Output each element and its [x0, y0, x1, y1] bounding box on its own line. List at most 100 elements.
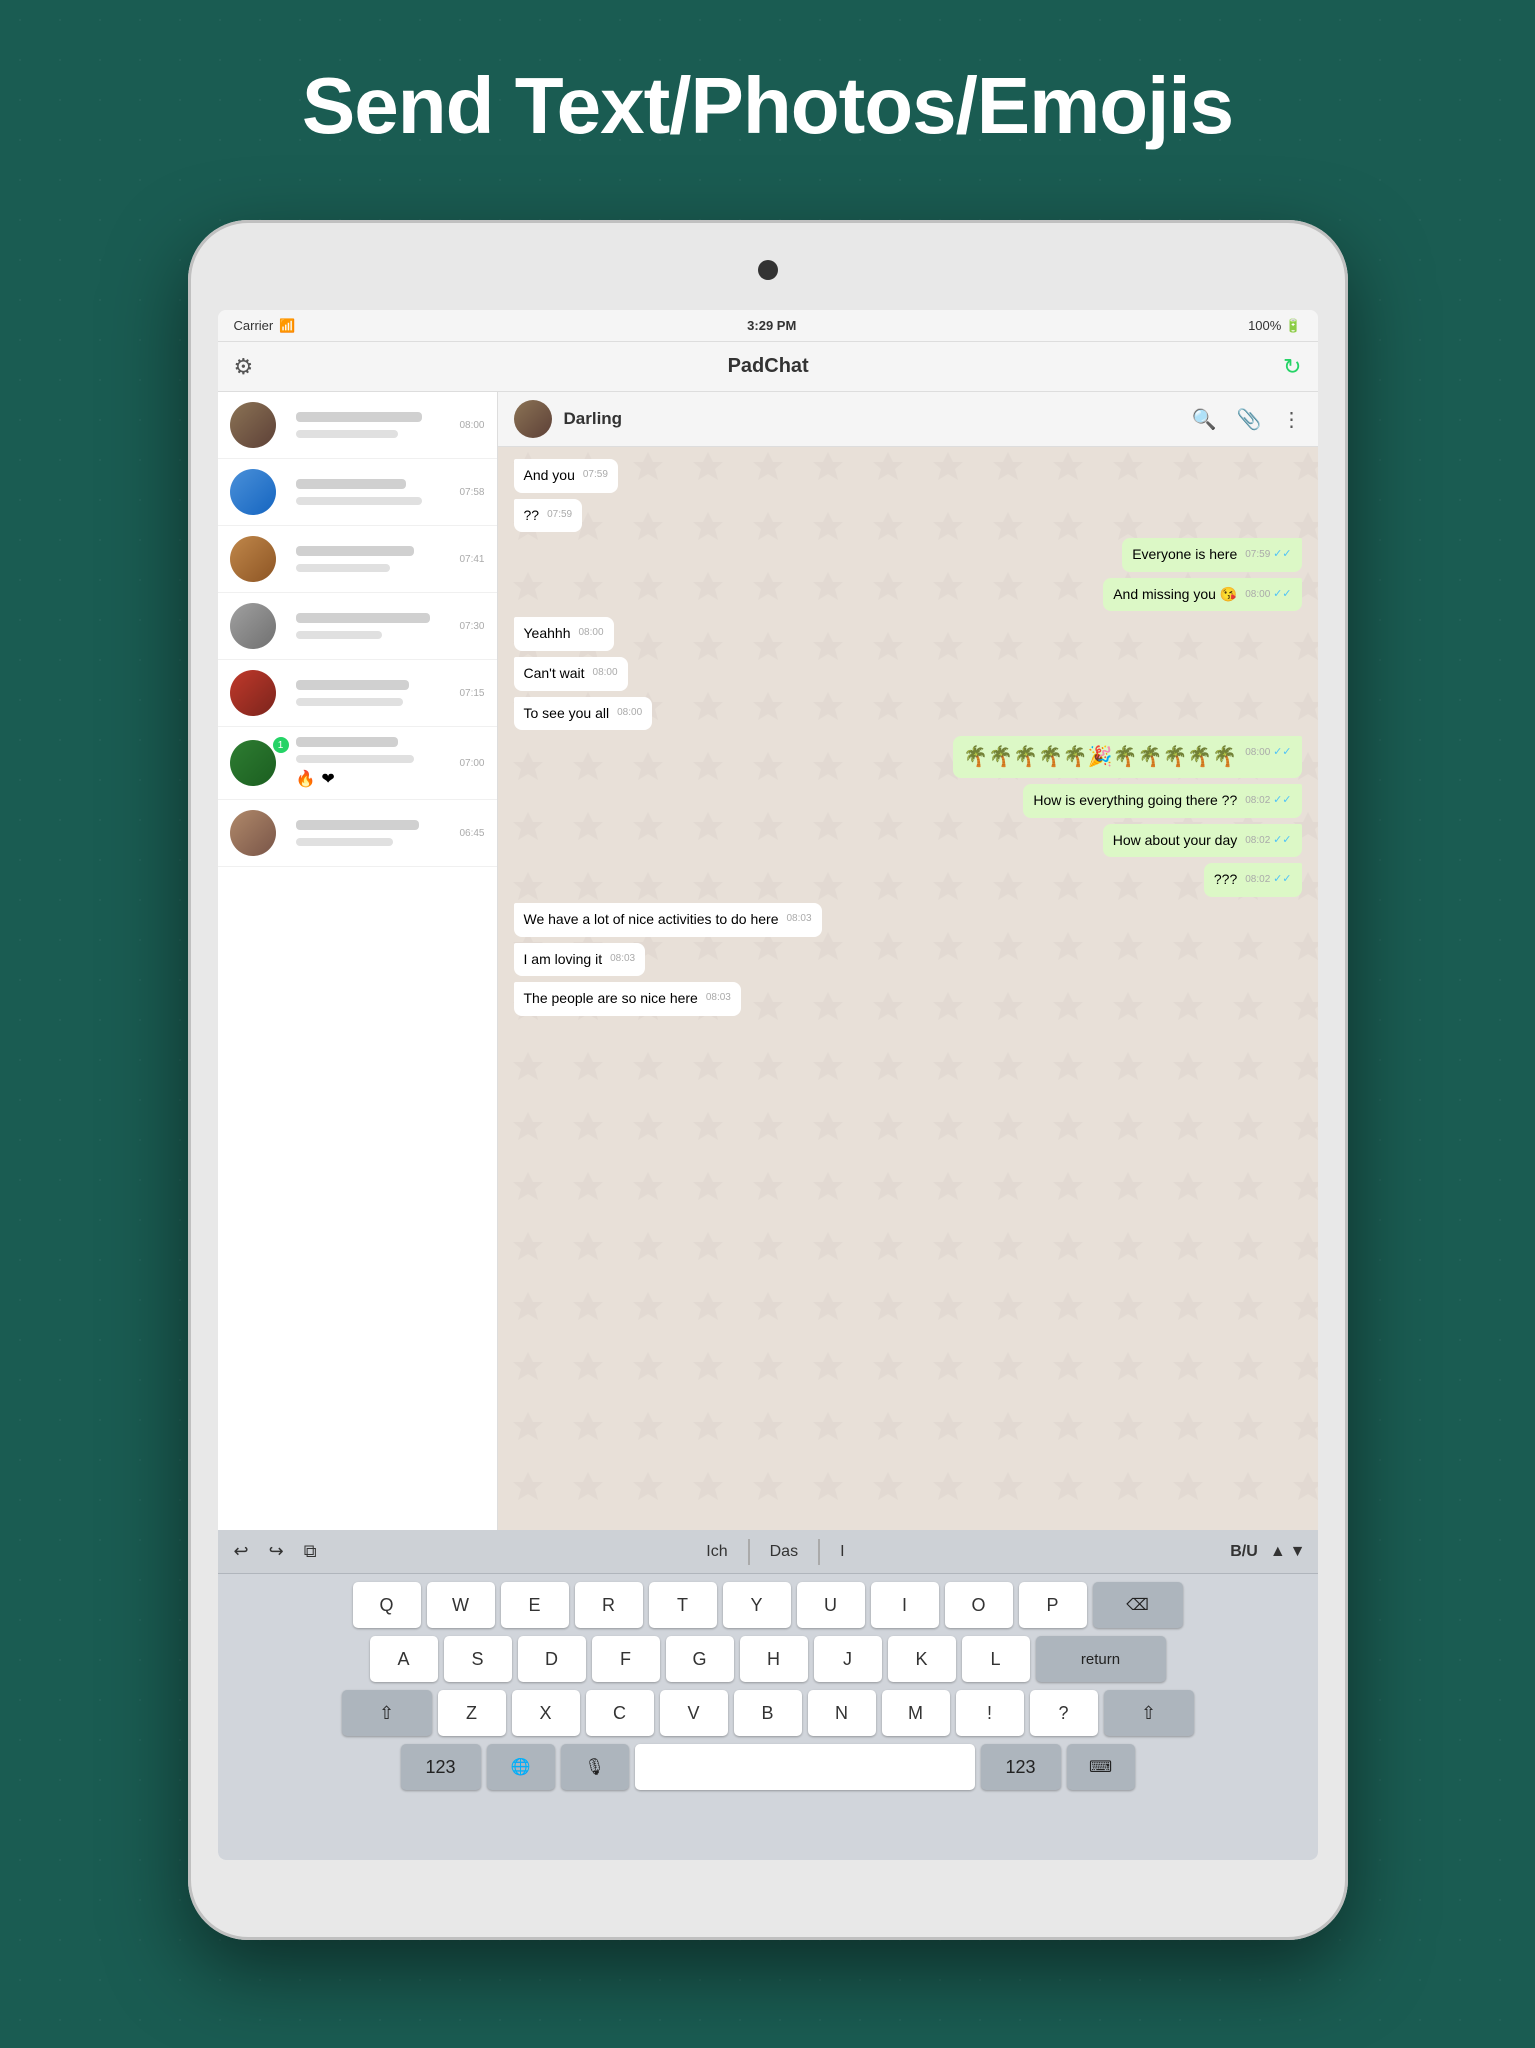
- chat-avatar: [514, 400, 552, 438]
- message-time: 08:00: [578, 626, 603, 640]
- key-h[interactable]: H: [740, 1636, 808, 1682]
- key-w[interactable]: W: [427, 1582, 495, 1628]
- copy-button[interactable]: ⧉: [300, 1537, 321, 1566]
- list-item[interactable]: 07:58: [218, 459, 497, 526]
- message-text: ???: [1214, 871, 1237, 887]
- contact-preview: [296, 698, 403, 706]
- search-icon[interactable]: 🔍: [1192, 407, 1217, 432]
- message-time: 08:03: [787, 912, 812, 926]
- numbers-right-key[interactable]: 123: [981, 1744, 1061, 1790]
- message-time: 08:00 ✓✓: [1245, 587, 1291, 602]
- keyboard-key[interactable]: ⌨: [1067, 1744, 1135, 1790]
- contact-info: [296, 546, 454, 572]
- arrow-buttons: ▲ ▼: [1270, 1543, 1306, 1561]
- contact-info: [296, 820, 454, 846]
- autocomplete-i[interactable]: I: [819, 1539, 864, 1565]
- key-v[interactable]: V: [660, 1690, 728, 1736]
- message-text: Yeahhh: [524, 625, 571, 641]
- contact-time: 08:00: [459, 420, 484, 431]
- key-u[interactable]: U: [797, 1582, 865, 1628]
- undo-button[interactable]: ↩: [230, 1537, 253, 1566]
- key-t[interactable]: T: [649, 1582, 717, 1628]
- message-text: To see you all: [524, 705, 610, 721]
- contact-preview: [296, 564, 391, 572]
- key-a[interactable]: A: [370, 1636, 438, 1682]
- status-bar: Carrier 📶 3:29 PM 100% 🔋: [218, 310, 1318, 342]
- redo-button[interactable]: ↪: [265, 1537, 288, 1566]
- key-i[interactable]: I: [871, 1582, 939, 1628]
- key-g[interactable]: G: [666, 1636, 734, 1682]
- numbers-key[interactable]: 123: [401, 1744, 481, 1790]
- contact-name: [296, 412, 422, 422]
- message-text: And you: [524, 467, 575, 483]
- arrow-up-button[interactable]: ▲: [1270, 1543, 1286, 1561]
- more-icon[interactable]: ⋮: [1282, 407, 1302, 432]
- settings-icon[interactable]: ⚙: [234, 354, 254, 380]
- list-item[interactable]: 07:15: [218, 660, 497, 727]
- autocomplete-das[interactable]: Das: [749, 1539, 819, 1565]
- key-k[interactable]: K: [888, 1636, 956, 1682]
- message-bubble: How about your day 08:02 ✓✓: [1103, 824, 1302, 858]
- message-time: 08:02 ✓✓: [1245, 872, 1291, 887]
- avatar: [230, 603, 276, 649]
- right-shift-key[interactable]: ⇧: [1104, 1690, 1194, 1736]
- message-text: And missing you 😘: [1113, 586, 1237, 602]
- ipad-frame: Carrier 📶 3:29 PM 100% 🔋 ⚙ PadChat ↻: [188, 220, 1348, 1940]
- key-n[interactable]: N: [808, 1690, 876, 1736]
- keyboard-rows: Q W E R T Y U I O P ⌫ A S D F: [218, 1574, 1318, 1794]
- key-o[interactable]: O: [945, 1582, 1013, 1628]
- autocomplete-ich[interactable]: Ich: [686, 1539, 748, 1565]
- avatar: [230, 810, 276, 856]
- refresh-icon[interactable]: ↻: [1283, 354, 1301, 380]
- status-right: 100% 🔋: [1248, 318, 1301, 334]
- key-question[interactable]: ?: [1030, 1690, 1098, 1736]
- key-y[interactable]: Y: [723, 1582, 791, 1628]
- delete-key[interactable]: ⌫: [1093, 1582, 1183, 1628]
- key-p[interactable]: P: [1019, 1582, 1087, 1628]
- contact-preview: [296, 631, 383, 639]
- attach-icon[interactable]: 📎: [1237, 407, 1262, 432]
- read-ticks: ✓✓: [1273, 588, 1291, 600]
- read-ticks: ✓✓: [1273, 746, 1291, 758]
- list-item[interactable]: 07:41: [218, 526, 497, 593]
- list-item[interactable]: 08:00: [218, 392, 497, 459]
- contact-info: [296, 613, 454, 639]
- key-d[interactable]: D: [518, 1636, 586, 1682]
- key-f[interactable]: F: [592, 1636, 660, 1682]
- contact-name: [296, 479, 407, 489]
- left-shift-key[interactable]: ⇧: [342, 1690, 432, 1736]
- globe-key[interactable]: 🌐: [487, 1744, 555, 1790]
- key-q[interactable]: Q: [353, 1582, 421, 1628]
- key-b[interactable]: B: [734, 1690, 802, 1736]
- return-key[interactable]: return: [1036, 1636, 1166, 1682]
- contact-name: [296, 820, 419, 830]
- key-s[interactable]: S: [444, 1636, 512, 1682]
- key-c[interactable]: C: [586, 1690, 654, 1736]
- list-item[interactable]: 07:30: [218, 593, 497, 660]
- key-m[interactable]: M: [882, 1690, 950, 1736]
- key-r[interactable]: R: [575, 1582, 643, 1628]
- bold-italic-button[interactable]: B/U: [1230, 1543, 1258, 1561]
- key-l[interactable]: L: [962, 1636, 1030, 1682]
- arrow-down-button[interactable]: ▼: [1290, 1543, 1306, 1561]
- key-z[interactable]: Z: [438, 1690, 506, 1736]
- message-bubble: ?? 07:59: [514, 499, 583, 533]
- key-exclamation[interactable]: !: [956, 1690, 1024, 1736]
- message-text: 🌴🌴🌴🌴🌴🎉🌴🌴🌴🌴🌴: [963, 746, 1237, 768]
- key-e[interactable]: E: [501, 1582, 569, 1628]
- page-title: Send Text/Photos/Emojis: [0, 60, 1535, 152]
- list-item[interactable]: 06:45: [218, 800, 497, 867]
- microphone-key[interactable]: 🎙: [561, 1744, 629, 1790]
- avatar: [230, 469, 276, 515]
- message-time: 08:02 ✓✓: [1245, 833, 1291, 848]
- key-j[interactable]: J: [814, 1636, 882, 1682]
- message-bubble: And you 07:59: [514, 459, 618, 493]
- space-key[interactable]: [635, 1744, 975, 1790]
- message-text: How is everything going there ??: [1033, 792, 1237, 808]
- key-x[interactable]: X: [512, 1690, 580, 1736]
- contact-time: 07:58: [459, 487, 484, 498]
- wifi-icon: 📶: [279, 318, 295, 334]
- contact-preview: [296, 755, 414, 763]
- avatar: [230, 402, 276, 448]
- list-item[interactable]: 1 🔥 ❤ 07:00: [218, 727, 497, 800]
